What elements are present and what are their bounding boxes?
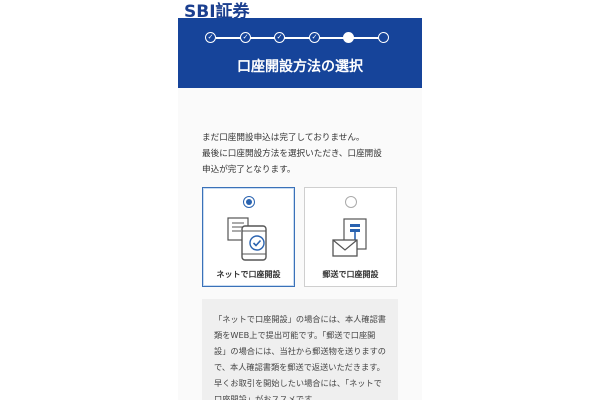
radio-mail-unselected[interactable] [345,196,357,208]
info-line-4: で、本人確認書類を郵送で返送いただきます。 [214,362,385,372]
step-2-check-icon: ✓ [240,32,251,43]
info-line-2: 類をWEB上で提出可能です。「郵送で口座開 [214,330,376,340]
mail-document-icon [332,218,367,257]
step-3-check-icon: ✓ [274,32,285,43]
radio-net-selected[interactable] [243,196,255,208]
step-1-check-icon: ✓ [205,32,216,43]
option-net-label: ネットで口座開設 [216,270,281,279]
progress-steps: ✓ ✓ ✓ ✓ [178,31,422,45]
smartphone-document-icon [227,217,267,261]
page-title: 口座開設方法の選択 [237,59,363,75]
logo-bar: SBI証券 [178,0,422,22]
option-mail-account[interactable]: 郵送で口座開設 [304,187,397,287]
page-header: ✓ ✓ ✓ ✓ 口座開設方法の選択 [178,18,422,88]
option-mail-label: 郵送で口座開設 [322,270,379,279]
option-net-account[interactable]: ネットで口座開設 [202,187,295,287]
phone-screen: SBI証券 ✓ ✓ ✓ ✓ 口座開設方法の選択 まだ口座開設申込は完了しておりま… [178,0,422,400]
info-box: 「ネットで口座開設」の場合には、本人確認書 類をWEB上で提出可能です。「郵送で… [202,299,398,400]
step-6-pending [378,32,389,43]
info-line-1: 「ネットで口座開設」の場合には、本人確認書 [214,314,386,324]
step-4-check-icon: ✓ [309,32,320,43]
notice-line-3: 申込が完了となります。 [202,165,296,175]
notice-text: まだ口座開設申込は完了しておりません。 最後に口座開設方法を選択いただき、口座開… [202,130,412,178]
info-line-3: 設」の場合には、当社から郵送物を送りますの [214,346,386,356]
notice-line-1: まだ口座開設申込は完了しておりません。 [202,133,365,143]
info-line-6: 口座開設」がおススメです。 [214,394,320,400]
info-line-5: 早くお取引を開始したい場合には、「ネットで [214,378,382,388]
notice-line-2: 最後に口座開設方法を選択いただき、口座開設 [202,149,382,159]
step-5-current [343,32,354,43]
